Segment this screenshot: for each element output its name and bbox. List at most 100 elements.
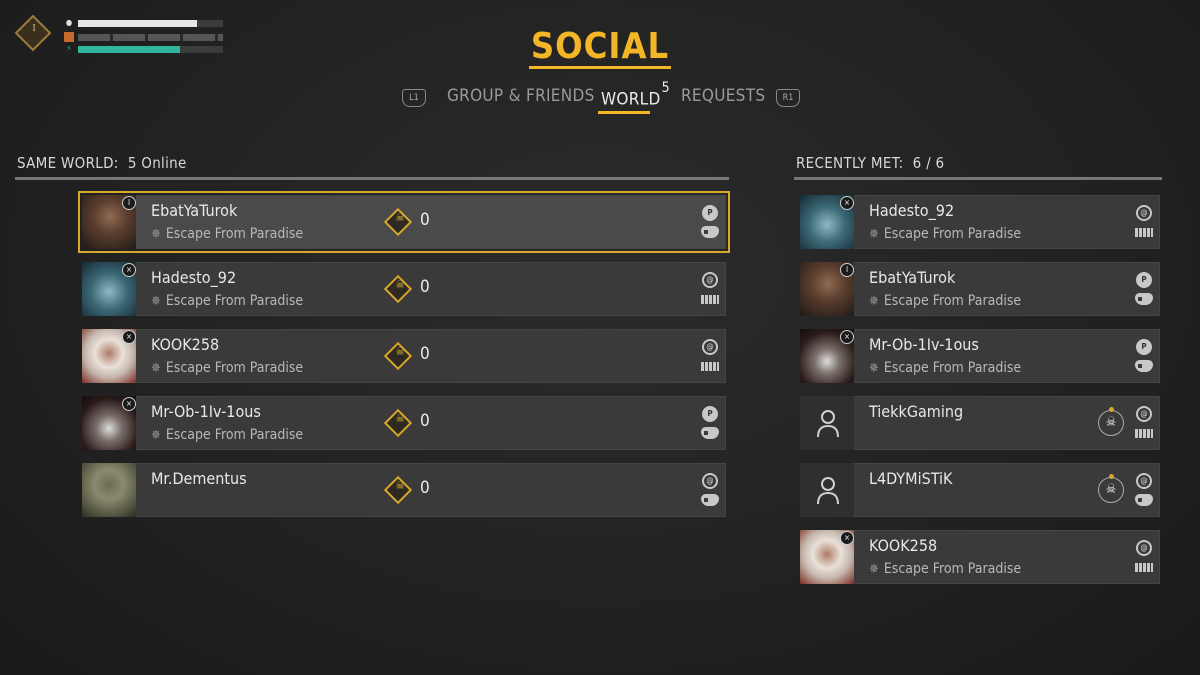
left-bumper-button[interactable]: L1	[402, 89, 426, 107]
page-title: SOCIAL	[530, 26, 670, 67]
runner-status-icon: ⨯	[122, 397, 136, 411]
world-sun-icon: ✵	[869, 294, 879, 309]
player-card[interactable]: ⨯ Mr-Ob-1Iv-1ous ✵ Escape From Paradise P	[800, 329, 1160, 383]
world-sun-icon: ✵	[151, 361, 161, 376]
player-card[interactable]: L4DYMiSTiK ☠ @	[800, 463, 1160, 517]
tab-group-friends[interactable]: GROUP & FRIENDS	[447, 86, 595, 106]
tab-requests[interactable]: REQUESTS	[681, 86, 765, 106]
player-name: Hadesto_92	[151, 268, 237, 287]
rank-value: 0	[420, 478, 430, 498]
same-world-count: 5 Online	[127, 154, 187, 172]
keyboard-icon	[701, 362, 719, 371]
world-sun-icon: ✵	[151, 227, 161, 242]
player-world: ✵ Escape From Paradise	[151, 427, 303, 443]
recently-met-heading: RECENTLY MET: 6 / 6	[796, 154, 944, 172]
skull-crossbones-icon: ☠	[395, 278, 405, 291]
runner-status-icon: ⨯	[122, 330, 136, 344]
gamepad-icon	[1135, 494, 1153, 506]
notification-dot-icon	[1109, 407, 1114, 412]
playstation-icon: P	[702, 406, 718, 422]
skull-icon: ☠	[1105, 482, 1117, 497]
recently-met-label: RECENTLY MET:	[796, 154, 904, 172]
ubisoft-icon: @	[702, 473, 718, 489]
right-bumper-button[interactable]: R1	[776, 89, 800, 107]
same-world-heading: SAME WORLD: 5 Online	[17, 154, 187, 172]
tab-bar: L1 GROUP & FRIENDS WORLD5 REQUESTS R1	[0, 80, 1200, 114]
player-world-name: Escape From Paradise	[883, 293, 1022, 309]
player-world: ✵ Escape From Paradise	[869, 226, 1021, 242]
playstation-icon: P	[1136, 272, 1152, 288]
playstation-icon: P	[1136, 339, 1152, 355]
runner-status-icon: ⨯	[840, 330, 854, 344]
invite-skull-button[interactable]: ☠	[1098, 407, 1124, 436]
player-card[interactable]: ⨯ Hadesto_92 ✵ Escape From Paradise ☠ 0 @	[82, 262, 726, 316]
player-name: Mr-Ob-1Iv-1ous	[869, 335, 979, 354]
player-name: TiekkGaming	[869, 402, 964, 421]
skull-icon: ☠	[1105, 415, 1117, 430]
tab-world-count: 5	[661, 80, 670, 96]
player-card[interactable]: TiekkGaming ☠ @	[800, 396, 1160, 450]
player-world: ✵ Escape From Paradise	[151, 293, 303, 309]
playstation-icon: P	[702, 205, 718, 221]
skull-crossbones-icon: ☠	[395, 211, 405, 224]
notification-dot-icon	[1109, 474, 1114, 479]
person-placeholder-icon	[817, 410, 839, 438]
player-world-name: Escape From Paradise	[165, 360, 304, 376]
player-world-name: Escape From Paradise	[883, 226, 1022, 242]
player-card[interactable]: ⨯ KOOK258 ✵ Escape From Paradise ☠ 0 @	[82, 329, 726, 383]
ubisoft-icon: @	[1136, 406, 1152, 422]
player-world-name: Escape From Paradise	[165, 226, 304, 242]
skull-crossbones-icon: ☠	[395, 412, 405, 425]
person-placeholder-icon	[817, 477, 839, 505]
gamepad-icon	[1135, 293, 1153, 305]
world-sun-icon: ✵	[151, 294, 161, 309]
player-name: Mr.Dementus	[151, 469, 247, 488]
world-sun-icon: ✵	[869, 227, 879, 242]
tab-world[interactable]: WORLD5	[601, 80, 670, 110]
runner-status-icon: ⨯	[840, 531, 854, 545]
rank-value: 0	[420, 344, 430, 364]
recently-met-count: 6 / 6	[912, 154, 945, 172]
ubisoft-icon: @	[702, 339, 718, 355]
player-name: L4DYMiSTiK	[869, 469, 953, 488]
player-world-name: Escape From Paradise	[165, 427, 304, 443]
status-info-icon: Ⅰ	[122, 196, 136, 210]
invite-skull-button[interactable]: ☠	[1098, 474, 1124, 503]
gamepad-icon	[701, 494, 719, 506]
player-world: ✵ Escape From Paradise	[869, 360, 1021, 376]
player-card[interactable]: ⨯ Hadesto_92 ✵ Escape From Paradise @	[800, 195, 1160, 249]
skull-crossbones-icon: ☠	[395, 479, 405, 492]
player-world-name: Escape From Paradise	[883, 360, 1022, 376]
ubisoft-icon: @	[702, 272, 718, 288]
keyboard-icon	[1135, 228, 1153, 237]
recently-met-divider	[794, 177, 1162, 180]
player-world: ✵ Escape From Paradise	[151, 360, 303, 376]
player-card[interactable]: ⨯ Mr-Ob-1Iv-1ous ✵ Escape From Paradise ☠ 0 P	[82, 396, 726, 450]
status-info-icon: Ⅰ	[840, 263, 854, 277]
gamepad-icon	[701, 226, 719, 238]
ubisoft-icon: @	[1136, 205, 1152, 221]
player-card[interactable]: Ⅰ EbatYaTurok ✵ Escape From Paradise ☠ 0 P	[78, 191, 730, 253]
keyboard-icon	[701, 295, 719, 304]
ubisoft-icon: @	[1136, 540, 1152, 556]
same-world-divider	[15, 177, 729, 180]
player-name: EbatYaTurok	[151, 201, 238, 220]
runner-status-icon: ⨯	[122, 263, 136, 277]
ubisoft-icon: @	[1136, 473, 1152, 489]
player-name: Mr-Ob-1Iv-1ous	[151, 402, 261, 421]
player-card[interactable]: Mr.Dementus ☠ 0 @	[82, 463, 726, 517]
gamepad-icon	[701, 427, 719, 439]
same-world-label: SAME WORLD:	[17, 154, 119, 172]
player-card[interactable]: ⨯ KOOK258 ✵ Escape From Paradise @	[800, 530, 1160, 584]
player-world-name: Escape From Paradise	[883, 561, 1022, 577]
player-card[interactable]: Ⅰ EbatYaTurok ✵ Escape From Paradise P	[800, 262, 1160, 316]
player-world-name: Escape From Paradise	[165, 293, 304, 309]
avatar	[800, 396, 854, 450]
avatar	[800, 463, 854, 517]
keyboard-icon	[1135, 429, 1153, 438]
player-name: KOOK258	[151, 335, 220, 354]
world-sun-icon: ✵	[869, 562, 879, 577]
player-name: Hadesto_92	[869, 201, 955, 220]
player-world: ✵ Escape From Paradise	[869, 561, 1021, 577]
active-tab-underline	[598, 111, 650, 114]
